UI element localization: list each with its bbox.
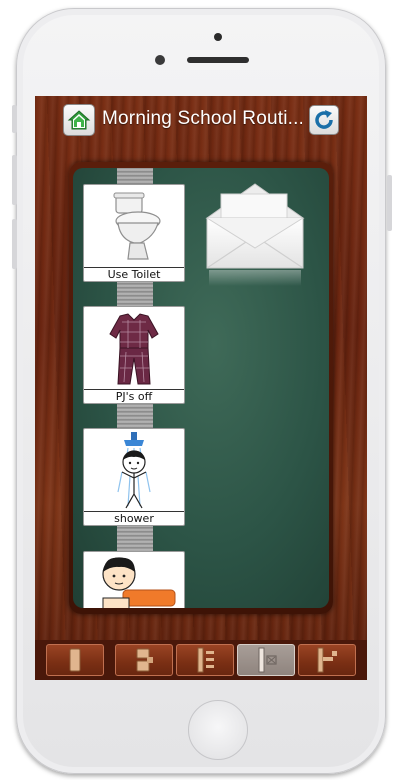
front-camera	[155, 55, 165, 65]
schedule-card-pjs-off[interactable]: PJ's off	[83, 306, 185, 404]
app-screen: Morning School Routi... Use Toilet PJ's …	[35, 96, 367, 680]
checklist-icon	[258, 647, 277, 673]
list-view-button[interactable]	[176, 644, 234, 676]
power-button	[387, 175, 392, 231]
bottom-toolbar	[35, 640, 367, 680]
earpiece-speaker	[187, 57, 249, 63]
schedule-card-get-dressed[interactable]	[83, 551, 185, 608]
volume-up-button	[12, 155, 17, 205]
card-picture	[84, 307, 184, 391]
card-picture	[84, 552, 184, 608]
list-icon	[197, 647, 214, 673]
home-icon	[67, 110, 91, 130]
app-header: Morning School Routi...	[35, 96, 367, 144]
sensor-dot	[214, 33, 222, 41]
volume-down-button	[12, 219, 17, 269]
first-then-icon	[317, 647, 337, 673]
refresh-icon	[315, 110, 333, 129]
single-panel-button[interactable]	[46, 644, 104, 676]
page-title: Morning School Routi...	[102, 108, 302, 129]
pajamas-icon	[109, 313, 159, 385]
refresh-button[interactable]	[309, 105, 339, 135]
two-step-button[interactable]	[115, 644, 173, 676]
single-panel-icon	[69, 648, 81, 672]
home-button[interactable]	[63, 104, 95, 136]
schedule-card-use-toilet[interactable]: Use Toilet	[83, 184, 185, 282]
first-then-button[interactable]	[298, 644, 356, 676]
shower-icon	[117, 432, 151, 509]
schedule-card-shower[interactable]: shower	[83, 428, 185, 526]
finished-envelope[interactable]	[203, 180, 307, 288]
mute-switch	[12, 105, 17, 133]
two-step-icon	[136, 648, 153, 672]
checklist-button[interactable]	[237, 644, 295, 676]
card-label: PJ's off	[84, 389, 184, 403]
schedule-board: Use Toilet PJ's off shower	[73, 168, 329, 608]
phone-home-button[interactable]	[188, 700, 248, 760]
card-picture	[84, 185, 184, 269]
child-dressing-icon	[102, 557, 176, 608]
card-label: Use Toilet	[84, 267, 184, 281]
card-picture	[84, 429, 184, 513]
envelope-icon	[205, 183, 305, 286]
card-label: shower	[84, 511, 184, 525]
toilet-icon	[113, 192, 161, 260]
